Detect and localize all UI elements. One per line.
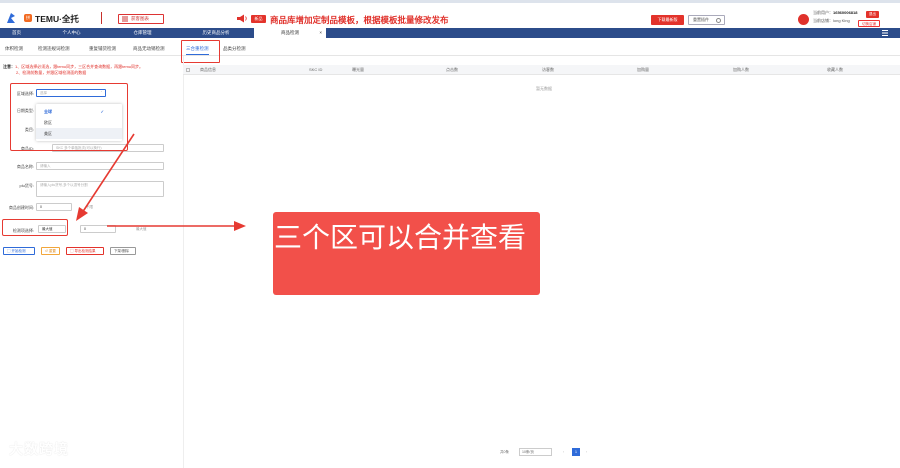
tab-personal-center[interactable]: 个人中心 bbox=[44, 28, 99, 38]
announcement-text[interactable]: 商品库增加定制品模板，根据模板批量修改发布 bbox=[270, 14, 449, 26]
col-visitors: 访客数 bbox=[542, 67, 554, 72]
user-avatar-icon[interactable] bbox=[798, 14, 809, 25]
annotation-callout: 三个区可以合并查看 bbox=[273, 212, 540, 295]
notice-line-2: 2、检测前数量，并跟区域检测面的数据 bbox=[16, 70, 87, 75]
user-label: 当前用户： bbox=[813, 10, 833, 15]
subtab-category-score[interactable]: 品类分检测 bbox=[223, 46, 246, 52]
results-table-header: 商品信息 SKC ID 曝光量 点击数 访客数 加购量 加购人数 收藏人数 bbox=[183, 65, 900, 75]
highlight-box-sort bbox=[2, 219, 68, 236]
col-favorites: 收藏人数 bbox=[827, 67, 843, 72]
app-name: TEMU·全托 bbox=[35, 14, 79, 24]
watermark: 大数跨境 bbox=[9, 441, 69, 457]
col-cart-adds: 加购量 bbox=[637, 67, 649, 72]
speaker-icon bbox=[237, 14, 247, 23]
switch-store-button[interactable]: 切换店铺 bbox=[858, 20, 880, 27]
plu-label: plu货号: bbox=[19, 183, 34, 188]
col-cart-users: 加购人数 bbox=[733, 67, 749, 72]
col-product-info: 商品信息 bbox=[200, 67, 216, 72]
reset-button[interactable]: ↺ 重置 bbox=[41, 247, 60, 255]
app-root: 拼 TEMU·全托 获客图表 新品 商品库增加定制品模板，根据模板批量修改发布 … bbox=[0, 0, 900, 468]
reset-plugin-label: 重置插件 bbox=[693, 17, 709, 22]
sort-min-input[interactable]: 0 bbox=[80, 225, 116, 233]
export-button[interactable]: ▢ 导出检测结果 bbox=[66, 247, 104, 255]
logo-icon bbox=[7, 13, 15, 23]
highlight-box-region bbox=[10, 83, 128, 151]
export-label: 导出检测结果 bbox=[74, 249, 96, 253]
feature-button-label: 获客图表 bbox=[131, 16, 149, 21]
notice-title: 注意： bbox=[3, 64, 15, 69]
col-skc-id: SKC ID bbox=[309, 67, 323, 72]
pager-page-current[interactable]: 1 bbox=[572, 448, 580, 456]
store-value: long King bbox=[833, 18, 850, 23]
pager-next[interactable]: › bbox=[586, 450, 587, 454]
feature-button[interactable]: 获客图表 bbox=[118, 14, 164, 24]
logout-button[interactable]: 退出 bbox=[866, 11, 879, 18]
pager-total: 共0条 bbox=[500, 450, 509, 454]
app-badge: 拼 bbox=[24, 14, 32, 22]
annotation-callout-text: 三个区可以合并查看 bbox=[274, 222, 527, 253]
grid-menu-icon[interactable] bbox=[882, 30, 888, 36]
current-store: 当前店铺：long King bbox=[813, 18, 850, 24]
notice-block: 注意：1、区域选择必须选，跟temu同步，三区合并查询数据，再跟temu同步。 … bbox=[3, 64, 143, 76]
create-time-start[interactable]: 0 bbox=[36, 203, 72, 211]
delist-button[interactable]: 下架/删除 bbox=[110, 247, 136, 255]
user-value: 16560006818 bbox=[833, 10, 858, 15]
reset-plugin-button[interactable]: 重置插件 bbox=[688, 15, 725, 25]
notice-line-1: 1、区域选择必须选，跟temu同步，三区合并查询数据，再跟temu同步。 bbox=[15, 64, 144, 69]
app-header: 拼 TEMU·全托 获客图表 新品 商品库增加定制品模板，根据模板批量修改发布 … bbox=[0, 3, 900, 28]
subtab-no-sales[interactable]: 商品无动销检测 bbox=[133, 46, 165, 52]
new-badge: 新品 bbox=[251, 15, 266, 23]
reset-label: 重置 bbox=[48, 249, 56, 253]
download-latest-button[interactable]: 下载最新版 bbox=[651, 15, 684, 25]
current-user: 当前用户：16560006818 bbox=[813, 10, 857, 16]
highlight-box-tab bbox=[181, 40, 220, 63]
tab-product-check[interactable]: 商品检测 × bbox=[254, 28, 326, 38]
arrow-right-head bbox=[234, 221, 246, 231]
empty-state: 暂无数据 bbox=[536, 86, 552, 91]
col-impressions: 曝光量 bbox=[352, 67, 364, 72]
tab-warehouse[interactable]: 仓库管理 bbox=[115, 28, 170, 38]
info-icon bbox=[716, 17, 721, 23]
page-tabs-bar: 首页 个人中心 仓库管理 历史商品分析 商品检测 × bbox=[0, 28, 900, 38]
tab-home[interactable]: 首页 bbox=[0, 28, 33, 38]
create-time-end[interactable]: 不限 bbox=[86, 205, 93, 210]
panel-divider bbox=[183, 56, 184, 468]
name-input[interactable]: 请输入 bbox=[36, 162, 164, 170]
store-label: 当前店铺： bbox=[813, 18, 833, 23]
pager-size-select[interactable]: 10条/页 bbox=[519, 448, 552, 456]
plu-input[interactable]: 请输入plu货号,多个以逗号分割 bbox=[36, 181, 164, 197]
select-all-checkbox[interactable] bbox=[186, 68, 190, 72]
create-time-label: 商品创建时间: bbox=[8, 205, 34, 210]
sort-max-label: 最大值 bbox=[136, 227, 147, 231]
sub-tabs: 体积检测 检测违规词检测 重复铺货检测 商品无动销检测 三合重检测 品类分检测 bbox=[0, 44, 900, 56]
subtab-volume[interactable]: 体积检测 bbox=[5, 46, 23, 52]
subtab-duplicate[interactable]: 重复铺货检测 bbox=[89, 46, 116, 52]
name-label: 商品名称: bbox=[16, 164, 34, 169]
subtab-violation-words[interactable]: 检测违规词检测 bbox=[38, 46, 70, 52]
col-clicks: 点击数 bbox=[446, 67, 458, 72]
header-divider bbox=[101, 12, 102, 24]
pager-prev[interactable]: ‹ bbox=[563, 450, 564, 454]
start-check-button[interactable]: ▢ 开始检测 bbox=[3, 247, 35, 255]
menu-icon bbox=[122, 16, 128, 22]
start-check-label: 开始检测 bbox=[11, 249, 26, 253]
close-icon[interactable]: × bbox=[319, 28, 322, 38]
tab-history-analysis[interactable]: 历史商品分析 bbox=[185, 28, 247, 38]
tab-product-check-label: 商品检测 bbox=[281, 30, 299, 35]
